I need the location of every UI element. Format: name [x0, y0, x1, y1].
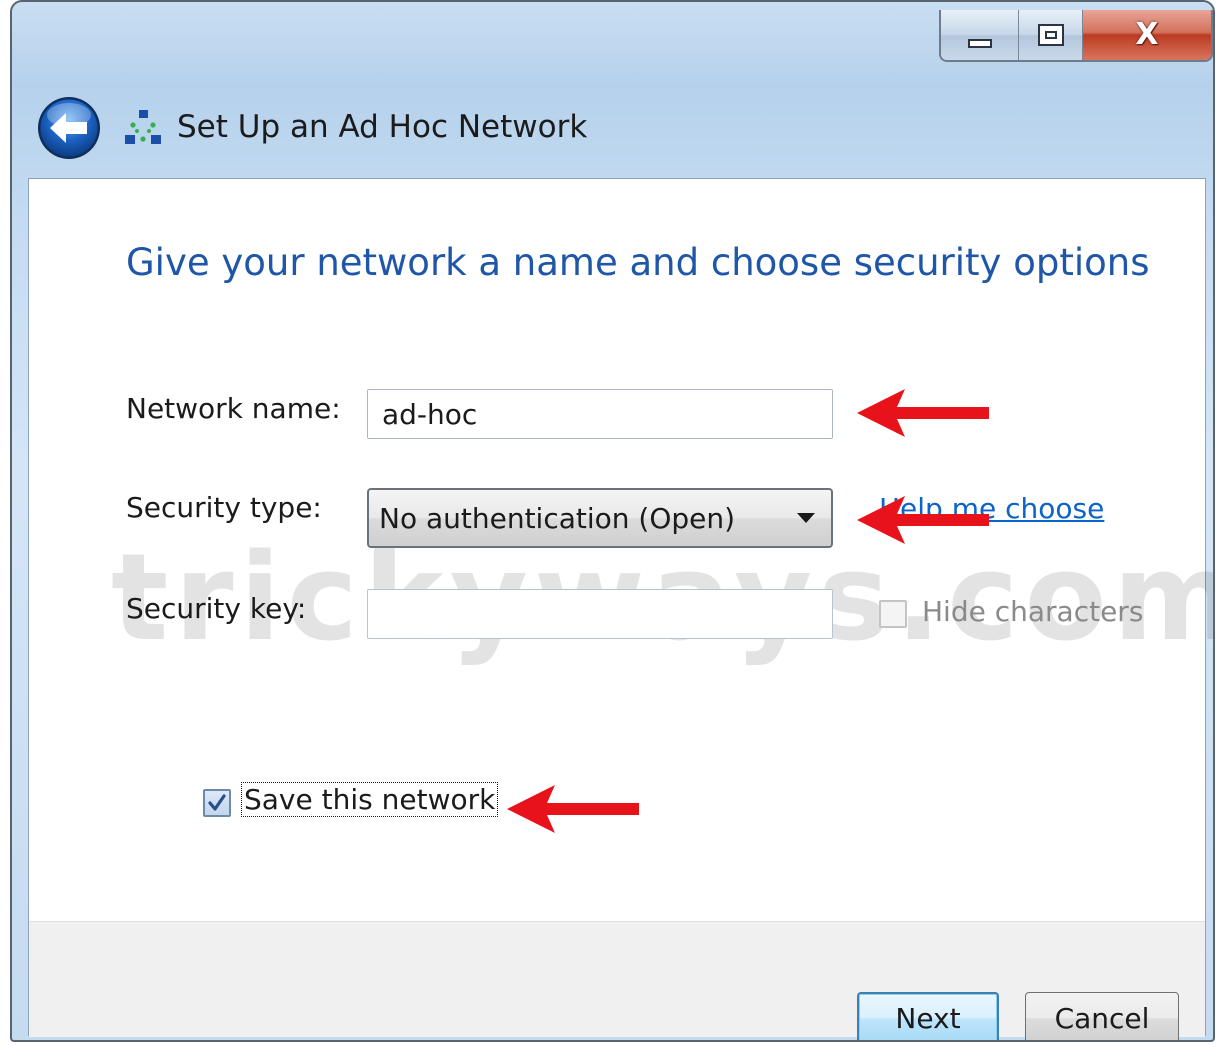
network-icon: [125, 110, 161, 144]
next-button[interactable]: Next: [857, 992, 999, 1040]
maximize-button[interactable]: [1019, 10, 1083, 60]
minimize-icon: [967, 38, 992, 48]
close-icon: X: [1135, 17, 1159, 52]
caption-buttons: X: [939, 10, 1213, 62]
back-arrow-icon[interactable]: [36, 95, 102, 161]
security-key-input[interactable]: [367, 589, 833, 639]
page-heading: Give your network a name and choose secu…: [126, 241, 1150, 284]
security-key-label: Security key:: [126, 592, 307, 625]
annotation-arrow-icon: [857, 496, 989, 544]
annotation-arrow-icon: [857, 389, 989, 437]
content-panel: Give your network a name and choose secu…: [28, 178, 1213, 1040]
dialog-window: X Set Up an Ad Hoc Network Give your net…: [10, 0, 1215, 1042]
hide-characters-label: Hide characters: [922, 595, 1144, 628]
save-network-label[interactable]: Save this network: [241, 782, 499, 817]
annotation-arrow-icon: [507, 785, 639, 833]
close-button[interactable]: X: [1083, 10, 1211, 60]
network-name-label: Network name:: [126, 392, 341, 425]
network-name-input[interactable]: [367, 389, 833, 439]
checkmark-icon: [208, 794, 226, 811]
security-type-label: Security type:: [126, 491, 322, 524]
minimize-button[interactable]: [941, 10, 1019, 60]
security-type-value: No authentication (Open): [379, 501, 736, 535]
security-type-dropdown[interactable]: No authentication (Open): [367, 488, 833, 548]
window-title: Set Up an Ad Hoc Network: [177, 109, 588, 145]
hide-characters-checkbox[interactable]: [879, 600, 907, 628]
button-bar: Next Cancel: [29, 921, 1205, 1040]
cancel-button[interactable]: Cancel: [1025, 992, 1179, 1040]
dropdown-arrow-icon: [797, 513, 815, 523]
save-network-checkbox[interactable]: [203, 789, 231, 817]
maximize-icon: [1037, 24, 1064, 46]
